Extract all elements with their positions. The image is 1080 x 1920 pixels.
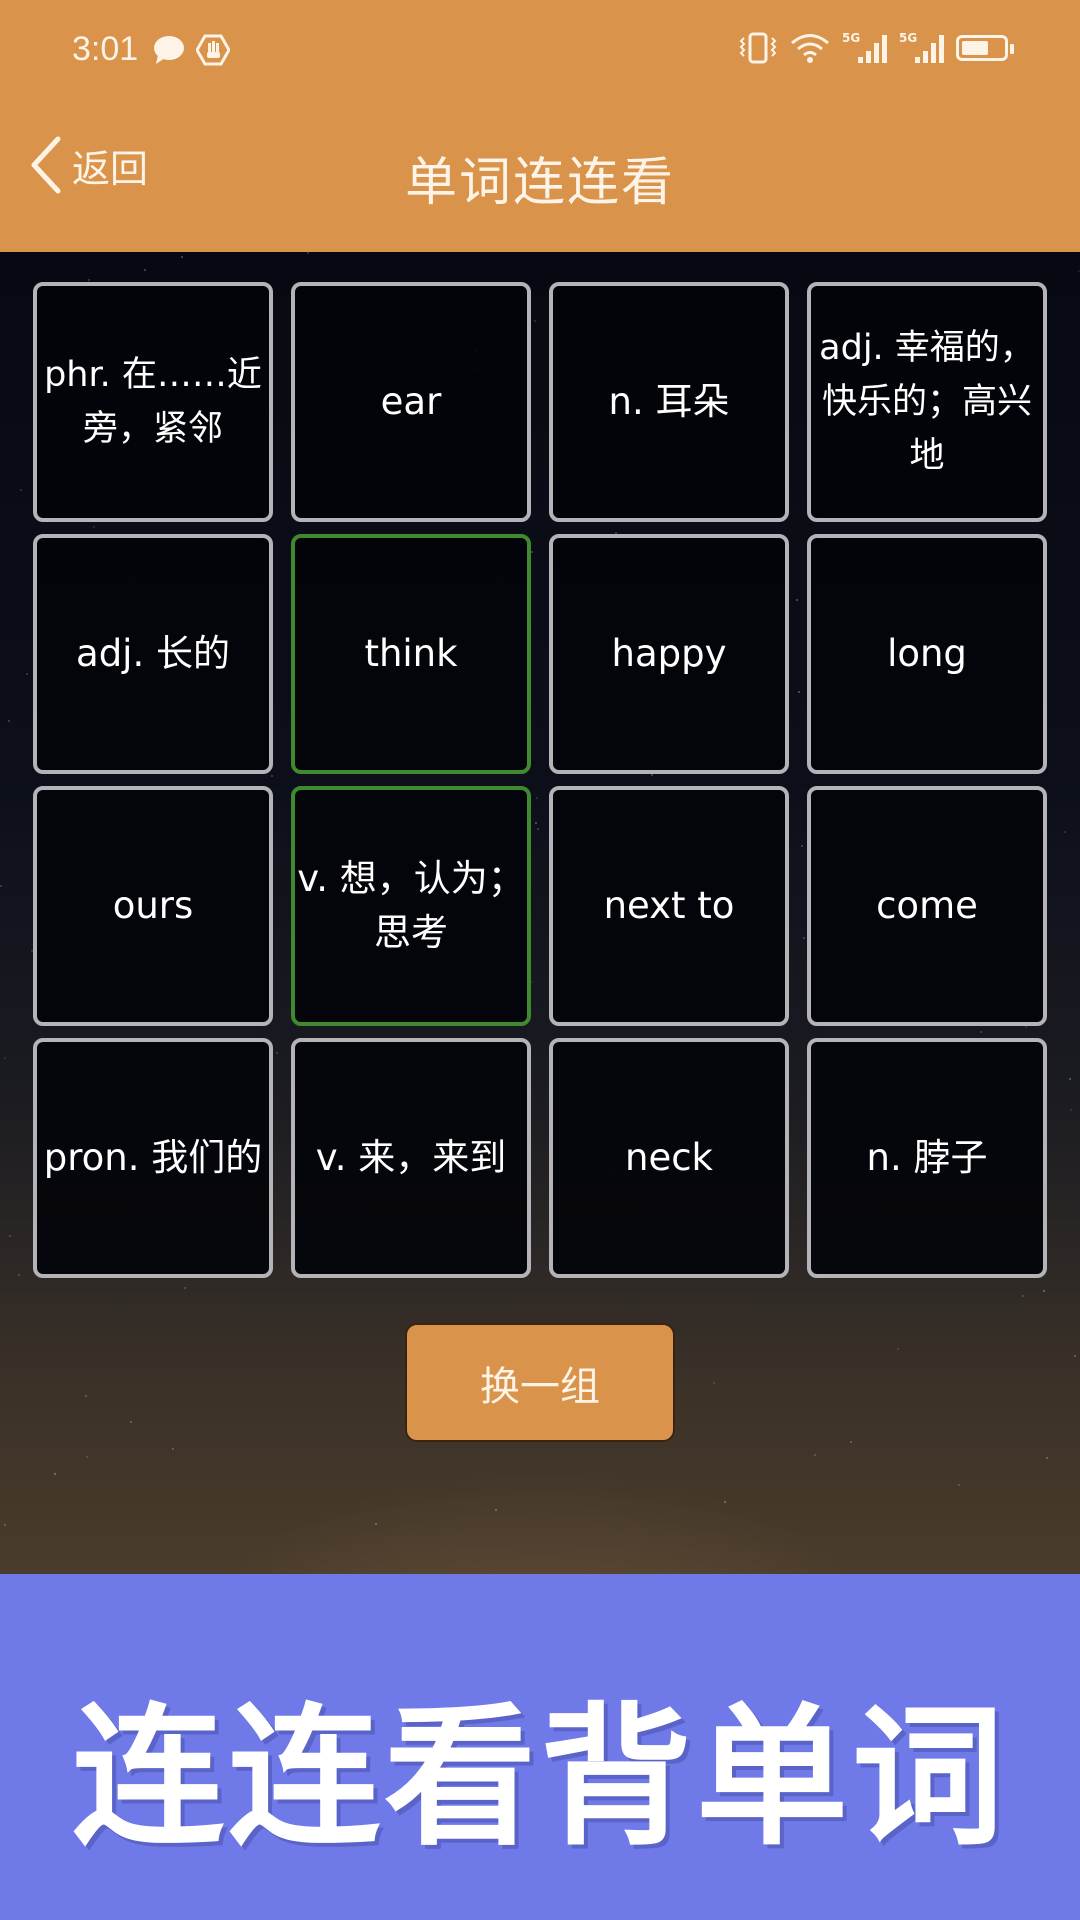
star-dot: [26, 672, 29, 675]
star-dot: [957, 1484, 960, 1487]
word-card[interactable]: adj. 长的: [33, 534, 273, 774]
star-dot: [306, 252, 309, 255]
star-dot: [374, 1522, 377, 1525]
word-card[interactable]: ours: [33, 786, 273, 1026]
star-dot: [4, 1523, 7, 1526]
star-dot: [144, 268, 147, 271]
banner-title: 连连看背单词: [72, 1689, 1008, 1866]
star-dot: [0, 885, 3, 888]
star-dot: [495, 1509, 498, 1512]
star-dot: [18, 1274, 21, 1277]
star-dot: [9, 1235, 12, 1238]
star-dot: [183, 1286, 186, 1289]
word-card[interactable]: n. 脖子: [807, 1038, 1047, 1278]
star-dot: [19, 489, 22, 492]
star-dot: [172, 1448, 175, 1451]
star-dot: [88, 279, 91, 282]
star-dot: [180, 255, 183, 258]
page-title: 单词连连看: [404, 153, 675, 213]
word-card[interactable]: adj. 幸福的，快乐的；高兴地: [807, 282, 1047, 522]
star-dot: [1021, 1295, 1024, 1298]
star-dot: [1045, 1456, 1048, 1459]
word-card[interactable]: pron. 我们的: [33, 1038, 273, 1278]
word-card[interactable]: v. 来，来到: [291, 1038, 531, 1278]
star-dot: [129, 1420, 132, 1423]
signal-5g-1-icon: 5G: [842, 31, 887, 63]
word-card[interactable]: phr. 在……近旁，紧邻: [33, 282, 273, 522]
word-card[interactable]: ear: [291, 282, 531, 522]
star-dot: [1043, 1290, 1046, 1293]
star-dot: [814, 1453, 817, 1456]
status-time: 3:01: [72, 30, 139, 68]
star-dot: [724, 1501, 727, 1504]
star-dot: [1069, 1108, 1072, 1111]
wifi-icon: [791, 34, 829, 63]
word-card[interactable]: think: [291, 534, 531, 774]
vibrate-icon: [739, 32, 777, 64]
star-dot: [84, 1394, 87, 1397]
star-dot: [3, 1057, 6, 1060]
battery-level: [962, 41, 988, 55]
star-dot: [86, 1456, 88, 1459]
star-dot: [54, 1472, 57, 1475]
star-dot: [713, 1382, 716, 1385]
hand-icon: [196, 34, 230, 66]
word-card[interactable]: come: [807, 786, 1047, 1026]
star-dot: [897, 1348, 900, 1351]
word-card[interactable]: next to: [549, 786, 789, 1026]
word-card[interactable]: long: [807, 534, 1047, 774]
signal-5g-2-icon: 5G: [899, 31, 944, 63]
status-right-icons: 5G 5G: [738, 31, 1014, 64]
star-dot: [850, 1441, 853, 1444]
word-card[interactable]: happy: [549, 534, 789, 774]
message-icon: [154, 36, 184, 64]
swap-group-button[interactable]: 换一组: [405, 1323, 675, 1442]
star-dot: [1069, 1077, 1072, 1080]
word-card[interactable]: n. 耳朵: [549, 282, 789, 522]
star-dot: [7, 719, 10, 722]
word-card[interactable]: v. 想，认为；思考: [291, 786, 531, 1026]
word-card-grid: phr. 在……近旁，紧邻 ear n. 耳朵 adj. 幸福的，快乐的；高兴地 adj…: [33, 282, 1047, 1278]
star-dot: [1074, 1354, 1077, 1357]
app-header: 3:01 5G 5G 返回 单词连连看: [0, 0, 1080, 252]
promo-banner: 连连看背单词: [0, 1574, 1080, 1920]
battery-icon: [956, 35, 1014, 61]
status-left-icons: [152, 34, 230, 66]
star-dot: [1064, 831, 1067, 834]
word-card[interactable]: neck: [549, 1038, 789, 1278]
